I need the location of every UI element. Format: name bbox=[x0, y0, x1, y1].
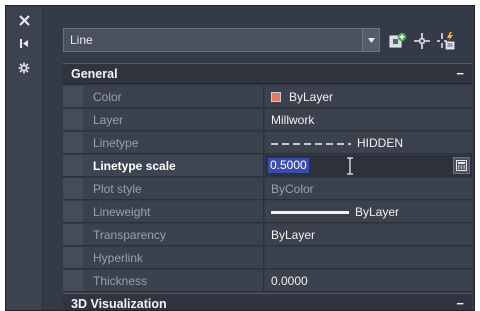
property-row-plot-style[interactable]: Plot style ByColor bbox=[63, 178, 472, 200]
calculator-icon bbox=[456, 160, 467, 171]
collapse-toggle[interactable]: − bbox=[456, 66, 464, 81]
select-objects-button[interactable] bbox=[411, 30, 433, 52]
linetype-value: HIDDEN bbox=[357, 136, 404, 150]
properties-icon bbox=[18, 62, 30, 74]
row-gutter bbox=[63, 155, 83, 176]
toggle-pickadd-button[interactable] bbox=[387, 30, 409, 52]
lineweight-sample-icon bbox=[271, 211, 349, 215]
close-icon bbox=[18, 14, 30, 26]
dropdown-arrow-button[interactable] bbox=[362, 29, 379, 51]
row-gutter bbox=[63, 224, 83, 245]
property-row-layer[interactable]: Layer Millwork bbox=[63, 109, 472, 131]
linetype-scale-value: 0.5000 bbox=[268, 158, 309, 173]
property-name: Color bbox=[83, 86, 264, 107]
row-gutter bbox=[63, 270, 83, 291]
auto-hide-icon bbox=[19, 38, 28, 48]
property-value[interactable]: ByLayer bbox=[265, 86, 472, 107]
object-type-dropdown[interactable]: Line bbox=[63, 28, 380, 52]
chevron-down-icon bbox=[367, 37, 375, 43]
linetype-scale-input[interactable]: 0.5000 bbox=[267, 157, 445, 175]
hidden-linetype-icon bbox=[271, 143, 351, 145]
section-general[interactable]: General − bbox=[63, 63, 472, 84]
property-row-transparency[interactable]: Transparency ByLayer bbox=[63, 224, 472, 246]
row-gutter bbox=[63, 178, 83, 199]
properties-palette: Line General − Color ByLayer Layer Millw… bbox=[5, 5, 475, 311]
properties-menu-button[interactable] bbox=[6, 57, 42, 79]
property-value[interactable]: HIDDEN bbox=[265, 132, 472, 153]
close-button[interactable] bbox=[6, 9, 42, 31]
row-gutter bbox=[63, 201, 83, 222]
lineweight-value: ByLayer bbox=[355, 205, 400, 219]
property-row-linetype[interactable]: Linetype HIDDEN bbox=[63, 132, 472, 154]
section-3d-visualization[interactable]: 3D Visualization − bbox=[63, 293, 472, 311]
section-title: General bbox=[71, 67, 118, 81]
row-gutter bbox=[63, 86, 83, 107]
properties-main: Line General − Color ByLayer Layer Millw… bbox=[50, 6, 474, 310]
property-value[interactable]: 0.0000 bbox=[265, 270, 472, 291]
auto-hide-button[interactable] bbox=[6, 32, 42, 54]
property-name: Plot style bbox=[83, 178, 264, 199]
quick-select-button[interactable] bbox=[435, 30, 457, 52]
property-value[interactable]: ByLayer bbox=[265, 224, 472, 245]
object-type-value: Line bbox=[70, 33, 93, 47]
property-name: Thickness bbox=[83, 270, 264, 291]
property-value[interactable]: Millwork bbox=[265, 109, 472, 130]
color-swatch-icon bbox=[271, 92, 281, 102]
property-value[interactable]: ByLayer bbox=[265, 201, 472, 222]
color-value: ByLayer bbox=[289, 90, 334, 104]
property-name: Transparency bbox=[83, 224, 264, 245]
quick-select-icon bbox=[437, 32, 455, 50]
property-name: Layer bbox=[83, 109, 264, 130]
property-name: Hyperlink bbox=[83, 247, 264, 268]
property-row-thickness[interactable]: Thickness 0.0000 bbox=[63, 270, 472, 292]
text-cursor-icon bbox=[347, 157, 353, 175]
property-name: Lineweight bbox=[83, 201, 264, 222]
row-gutter bbox=[63, 247, 83, 268]
quick-calculator-button[interactable] bbox=[453, 157, 470, 174]
property-row-linetype-scale[interactable]: Linetype scale 0.5000 bbox=[63, 155, 472, 177]
select-objects-icon bbox=[414, 33, 430, 49]
toggle-pickadd-icon bbox=[389, 32, 407, 48]
row-gutter bbox=[63, 132, 83, 153]
section-title: 3D Visualization bbox=[71, 297, 167, 311]
property-grid: Color ByLayer Layer Millwork Linetype HI… bbox=[63, 86, 472, 292]
property-value: ByColor bbox=[265, 178, 472, 199]
property-name: Linetype bbox=[83, 132, 264, 153]
property-row-color[interactable]: Color ByLayer bbox=[63, 86, 472, 108]
collapse-toggle[interactable]: − bbox=[456, 296, 464, 310]
property-value-editor[interactable]: 0.5000 bbox=[265, 155, 472, 176]
property-row-lineweight[interactable]: Lineweight ByLayer bbox=[63, 201, 472, 223]
property-name: Linetype scale bbox=[83, 155, 264, 176]
row-gutter bbox=[63, 109, 83, 130]
palette-title-strip bbox=[6, 6, 43, 310]
property-row-hyperlink[interactable]: Hyperlink bbox=[63, 247, 472, 269]
property-value[interactable] bbox=[265, 247, 472, 268]
